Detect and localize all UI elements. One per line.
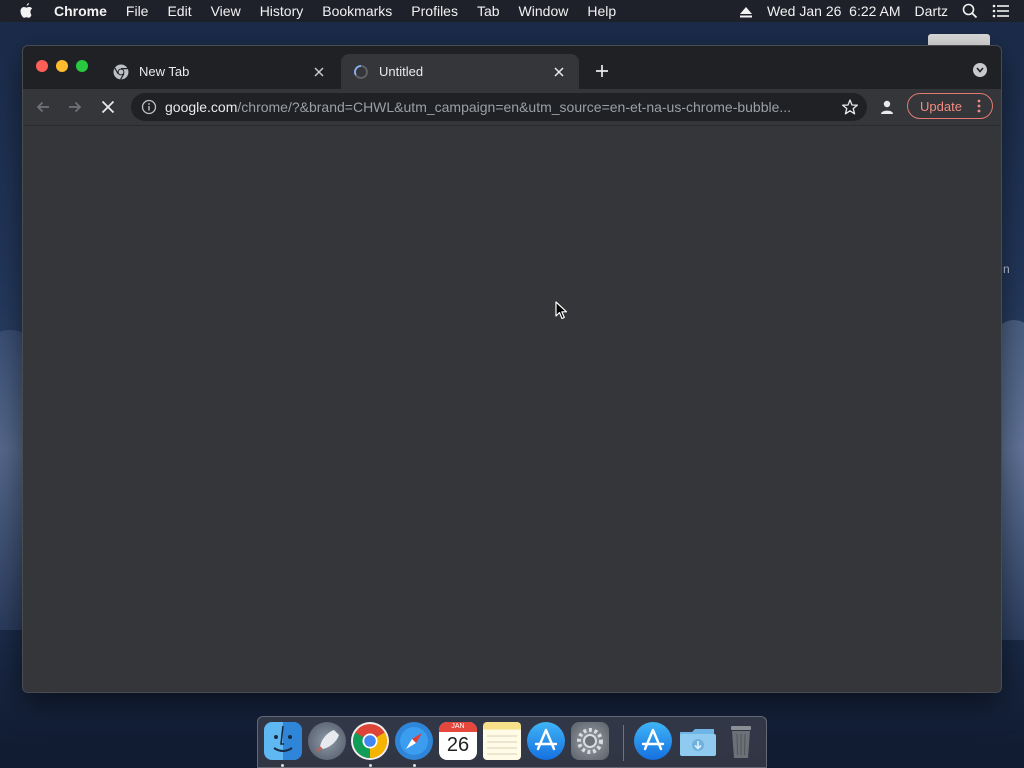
menu-file[interactable]: File bbox=[126, 3, 149, 19]
update-label: Update bbox=[920, 98, 962, 114]
menu-history[interactable]: History bbox=[260, 3, 304, 19]
finder-icon[interactable] bbox=[264, 722, 302, 760]
system-preferences-gear-icon[interactable] bbox=[571, 722, 609, 760]
tab-close-icon[interactable] bbox=[311, 64, 327, 80]
tab-search-chevron-down-icon[interactable] bbox=[973, 63, 987, 77]
site-info-icon[interactable] bbox=[141, 99, 157, 115]
dock: JAN 26 bbox=[257, 716, 767, 768]
url-path: /chrome/?&brand=CHWL&utm_campaign=en&utm… bbox=[237, 99, 792, 115]
safari-compass-icon[interactable] bbox=[395, 722, 433, 760]
menu-window[interactable]: Window bbox=[519, 3, 569, 19]
menubar-user[interactable]: Dartz bbox=[915, 3, 948, 19]
downloads-folder-icon[interactable] bbox=[678, 722, 716, 760]
app-store-icon[interactable] bbox=[527, 722, 565, 760]
menu-view[interactable]: View bbox=[211, 3, 241, 19]
bookmark-star-icon[interactable] bbox=[841, 98, 859, 116]
menu-help[interactable]: Help bbox=[587, 3, 616, 19]
tab-title: Untitled bbox=[379, 64, 424, 79]
trash-icon[interactable] bbox=[722, 722, 760, 760]
menu-profiles[interactable]: Profiles bbox=[411, 3, 458, 19]
spotlight-search-icon[interactable] bbox=[962, 3, 978, 19]
notification-center-icon[interactable] bbox=[992, 4, 1010, 18]
menu-edit[interactable]: Edit bbox=[167, 3, 191, 19]
menu-tab[interactable]: Tab bbox=[477, 3, 500, 19]
stop-loading-icon[interactable] bbox=[98, 97, 118, 117]
calendar-month: JAN bbox=[439, 722, 477, 732]
profile-avatar-icon[interactable] bbox=[877, 97, 897, 117]
safari-running-indicator bbox=[413, 764, 416, 767]
update-button[interactable]: Update bbox=[907, 93, 993, 119]
finder-running-indicator bbox=[281, 764, 284, 767]
menu-app-chrome[interactable]: Chrome bbox=[54, 3, 107, 19]
apple-menu-icon[interactable] bbox=[18, 3, 38, 19]
app-store-downloads-icon[interactable] bbox=[634, 722, 672, 760]
mouse-pointer-icon bbox=[555, 301, 569, 321]
chrome-window: New Tab Untitled google.com/chrome/?&bra… bbox=[22, 45, 1002, 693]
calendar-day: 26 bbox=[446, 734, 470, 756]
chrome-dock-icon[interactable] bbox=[351, 722, 389, 760]
menu-bookmarks[interactable]: Bookmarks bbox=[322, 3, 392, 19]
chrome-running-indicator bbox=[369, 764, 372, 767]
desktop-side-text: n bbox=[1003, 262, 1010, 276]
tab-strip: New Tab Untitled bbox=[23, 46, 1001, 89]
eject-icon[interactable] bbox=[739, 5, 753, 18]
menubar-clock[interactable]: Wed Jan 26 6:22 AM bbox=[767, 3, 901, 19]
address-bar[interactable]: google.com/chrome/?&brand=CHWL&utm_campa… bbox=[131, 93, 867, 121]
window-minimize-button[interactable] bbox=[56, 60, 68, 72]
tab-close-icon[interactable] bbox=[551, 64, 567, 80]
dock-separator bbox=[623, 725, 624, 761]
toolbar: google.com/chrome/?&brand=CHWL&utm_campa… bbox=[23, 89, 1001, 126]
notes-icon[interactable] bbox=[483, 722, 521, 760]
tab-new-tab[interactable]: New Tab bbox=[101, 54, 339, 89]
window-close-button[interactable] bbox=[36, 60, 48, 72]
kebab-menu-icon[interactable] bbox=[972, 98, 986, 114]
chrome-icon bbox=[113, 64, 129, 80]
window-maximize-button[interactable] bbox=[76, 60, 88, 72]
new-tab-plus-icon[interactable] bbox=[593, 62, 611, 80]
url-text[interactable]: google.com/chrome/?&brand=CHWL&utm_campa… bbox=[165, 99, 835, 115]
menu-bar: Chrome File Edit View History Bookmarks … bbox=[0, 0, 1024, 22]
tab-untitled[interactable]: Untitled bbox=[341, 54, 579, 89]
page-content[interactable] bbox=[23, 126, 1001, 692]
loading-spinner-icon bbox=[353, 64, 369, 80]
tab-title: New Tab bbox=[139, 64, 190, 79]
back-arrow-icon[interactable] bbox=[33, 97, 53, 117]
url-host: google.com bbox=[165, 99, 238, 115]
calendar-icon[interactable]: JAN 26 bbox=[439, 722, 477, 760]
launchpad-rocket-icon[interactable] bbox=[308, 722, 346, 760]
forward-arrow-icon[interactable] bbox=[65, 97, 85, 117]
